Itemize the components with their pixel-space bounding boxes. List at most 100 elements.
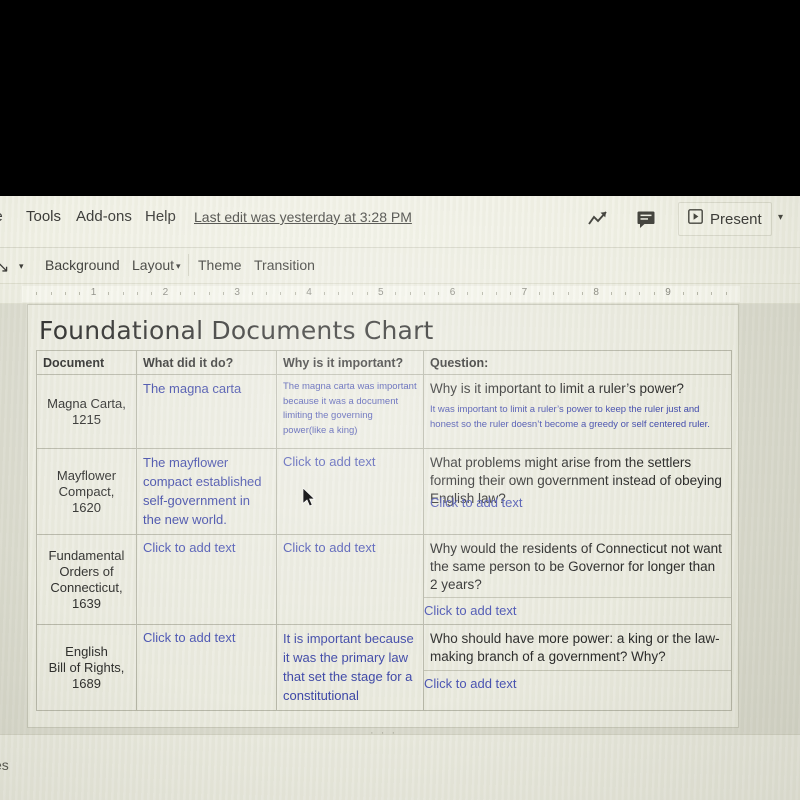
cell-what-4[interactable]: Click to add text xyxy=(136,624,277,711)
format-toolbar: ↘ ▾ Background Layout ▾ Theme Transition xyxy=(0,248,800,284)
ruler-tick xyxy=(65,292,67,295)
foundational-documents-table[interactable]: Document What did it do? Why is it impor… xyxy=(36,350,732,711)
what-placeholder-4[interactable]: Click to add text xyxy=(143,630,270,645)
slide-handle-dots-icon: · · · xyxy=(370,727,398,739)
ruler-tick xyxy=(136,292,138,295)
comment-icon[interactable] xyxy=(631,204,661,234)
line-tool-caret-icon[interactable]: ▾ xyxy=(19,261,24,272)
slide[interactable]: Foundational Documents Chart Document Wh… xyxy=(27,304,739,728)
ruler-number: 6 xyxy=(449,287,456,298)
ruler-tick xyxy=(481,292,483,295)
cell-what-2[interactable]: The mayflower compact established self-g… xyxy=(136,448,277,535)
ruler-tick xyxy=(582,292,584,295)
cell-document-3[interactable]: Fundamental Orders of Connecticut, 1639 xyxy=(36,533,137,626)
document-name-2: Mayflower Compact, 1620 xyxy=(56,467,117,516)
screenshot-root: ge Tools Add-ons Help Last edit was yest… xyxy=(0,0,800,800)
speaker-notes-bar[interactable]: es · · · xyxy=(0,727,800,800)
ruler-tick xyxy=(610,292,612,295)
column-header-question: Question: xyxy=(423,350,732,375)
cell-document-4[interactable]: English Bill of Rights, 1689 xyxy=(36,624,137,711)
ruler-number: 2 xyxy=(162,287,169,298)
slide-canvas-area: Foundational Documents Chart Document Wh… xyxy=(0,304,800,800)
explore-trending-icon[interactable] xyxy=(584,204,614,234)
ruler-number: 8 xyxy=(593,287,599,298)
layout-caret-icon[interactable]: ▾ xyxy=(176,261,181,272)
answer-placeholder-3[interactable]: Click to add text xyxy=(424,603,517,618)
ruler-number: 5 xyxy=(378,287,384,298)
menu-item-add-ons[interactable]: Add-ons xyxy=(76,208,132,225)
menu-item-arrange[interactable]: ge xyxy=(0,208,3,225)
menu-item-help[interactable]: Help xyxy=(145,208,176,225)
horizontal-ruler[interactable]: 1 2 3 4 5 6 7 8 9 xyxy=(0,284,800,304)
ruler-tick xyxy=(682,292,684,295)
question-divider-3: Click to add text xyxy=(424,597,731,620)
present-play-icon xyxy=(688,209,703,229)
cell-why-2[interactable]: Click to add text xyxy=(276,448,424,535)
column-header-what: What did it do? xyxy=(136,350,277,375)
answer-text-1: It was important to limit a ruler’s powe… xyxy=(430,403,710,430)
present-dropdown-caret-icon[interactable]: ▾ xyxy=(778,212,783,223)
cell-document-2[interactable]: Mayflower Compact, 1620 xyxy=(36,448,137,535)
what-placeholder-3[interactable]: Click to add text xyxy=(143,540,270,555)
table-row[interactable]: Fundamental Orders of Connecticut, 1639 … xyxy=(36,533,732,626)
ruler-tick xyxy=(366,292,368,295)
why-text-4: It is important because it was the prima… xyxy=(283,631,414,703)
question-text-1: Why is it important to limit a ruler’s p… xyxy=(430,381,684,396)
ruler-tick xyxy=(409,292,411,295)
toolbar-divider xyxy=(188,254,189,276)
why-placeholder-2[interactable]: Click to add text xyxy=(283,454,417,469)
ruler-tick xyxy=(653,292,655,295)
question-text-3: Why would the residents of Connecticut n… xyxy=(430,541,722,592)
cell-question-1[interactable]: Why is it important to limit a ruler’s p… xyxy=(423,374,732,449)
ruler-tick xyxy=(223,292,225,295)
ruler-tick xyxy=(725,292,727,295)
transition-button[interactable]: Transition xyxy=(254,257,315,273)
why-text-1: The magna carta was important because it… xyxy=(283,381,417,437)
ruler-tick xyxy=(122,292,124,295)
ruler-tick xyxy=(337,292,339,295)
layout-button[interactable]: Layout xyxy=(132,257,174,273)
ruler-tick xyxy=(538,292,540,295)
ruler-number: 9 xyxy=(665,287,671,298)
cell-why-3[interactable]: Click to add text xyxy=(276,533,424,626)
ruler-tick xyxy=(438,292,440,295)
ruler-tick xyxy=(208,292,210,295)
cell-what-1[interactable]: The magna carta xyxy=(136,374,277,449)
question-text-4: Who should have more power: a king or th… xyxy=(430,631,720,665)
ruler-tick xyxy=(510,292,512,295)
ruler-tick xyxy=(108,292,110,295)
background-button[interactable]: Background xyxy=(45,257,120,273)
cell-why-1[interactable]: The magna carta was important because it… xyxy=(276,374,424,449)
ruler-tick xyxy=(280,292,282,295)
cell-question-2[interactable]: What problems might arise from the settl… xyxy=(423,448,732,535)
slide-title[interactable]: Foundational Documents Chart xyxy=(39,316,434,345)
answer-placeholder-2[interactable]: Click to add text xyxy=(430,495,725,510)
cell-document-1[interactable]: Magna Carta, 1215 xyxy=(36,374,137,449)
ruler-number: 7 xyxy=(521,287,528,298)
why-placeholder-3[interactable]: Click to add text xyxy=(283,540,417,555)
ruler-tick xyxy=(36,292,38,295)
document-name-1: Magna Carta, 1215 xyxy=(47,395,126,427)
table-row[interactable]: English Bill of Rights, 1689 Click to ad… xyxy=(36,624,732,711)
ruler-tick xyxy=(194,292,196,295)
ruler-tick xyxy=(251,292,253,295)
column-header-document: Document xyxy=(36,350,137,375)
cell-why-4[interactable]: It is important because it was the prima… xyxy=(276,624,424,711)
present-label: Present xyxy=(710,210,762,228)
ruler-tick xyxy=(467,292,469,295)
menu-item-tools[interactable]: Tools xyxy=(26,208,61,225)
answer-placeholder-4[interactable]: Click to add text xyxy=(424,676,517,691)
cell-what-3[interactable]: Click to add text xyxy=(136,533,277,626)
line-tool-icon[interactable]: ↘ xyxy=(0,257,9,277)
present-button[interactable]: Present xyxy=(678,202,772,236)
theme-button[interactable]: Theme xyxy=(198,257,242,273)
table-row[interactable]: Magna Carta, 1215 The magna carta The ma… xyxy=(36,374,732,449)
cell-question-4[interactable]: Who should have more power: a king or th… xyxy=(423,624,732,711)
document-name-4: English Bill of Rights, 1689 xyxy=(48,643,125,692)
table-row[interactable]: Mayflower Compact, 1620 The mayflower co… xyxy=(36,448,732,535)
ruler-tick xyxy=(179,292,181,295)
last-edit-status[interactable]: Last edit was yesterday at 3:28 PM xyxy=(194,209,412,225)
ruler-tick xyxy=(424,292,426,295)
cell-question-3[interactable]: Why would the residents of Connecticut n… xyxy=(423,533,732,626)
what-text-1: The magna carta xyxy=(143,381,242,396)
